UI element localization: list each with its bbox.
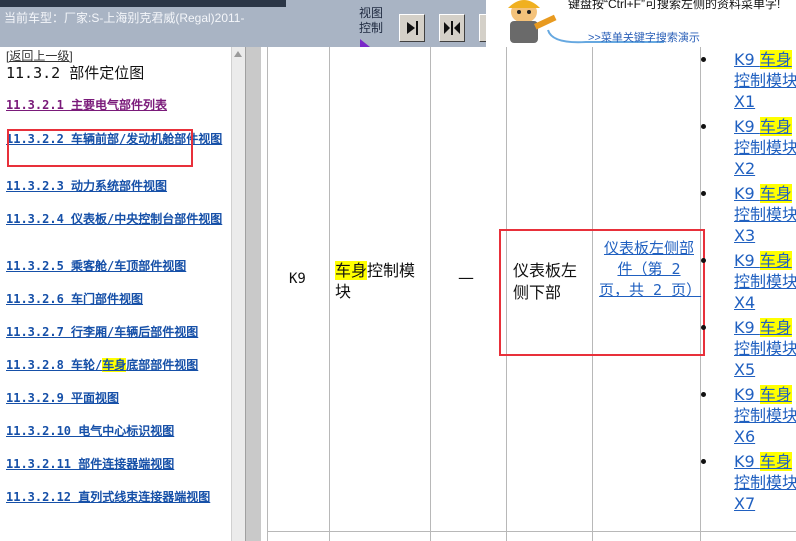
search-highlight: 车身	[759, 251, 792, 270]
help-popup: 键盘按“Ctrl+F”可搜索左侧的资料菜单字! >>菜单关键字搜索演示	[486, 0, 796, 47]
bullet-icon	[701, 392, 706, 397]
nav-item-text-pre: 11.3.2.8 车轮/	[6, 358, 103, 372]
section-title: 11.3.2 部件定位图	[6, 64, 145, 82]
view-control-line-1: 视图	[359, 6, 384, 20]
empty-cell-dash: —	[458, 268, 474, 287]
connector-link[interactable]: K9 车身 控制模块 X4	[734, 250, 796, 313]
nav-item-text-post: 底部部件视图	[126, 358, 199, 372]
top-toolbar: 当前车型：厂家:S-上海别克君威(Regal)2011- 视图 控制 键盘按“C…	[0, 0, 796, 47]
connector-link[interactable]: K9 车身 控制模块 X2	[734, 116, 796, 179]
view-control-label: 视图 控制	[359, 6, 384, 47]
table-border	[329, 47, 330, 541]
search-demo-link[interactable]: >>菜单关键字搜索演示	[588, 29, 700, 45]
search-highlight: 车身	[759, 184, 792, 203]
pane-splitter[interactable]	[245, 47, 261, 541]
nav-item-cabin-roof-view[interactable]: 11.3.2.5 乘客舱/车顶部件视图	[6, 259, 228, 273]
nav-item-main-electrical-list[interactable]: 11.3.2.1 主要电气部件列表	[6, 98, 228, 112]
nav-item-trunk-rear-view[interactable]: 11.3.2.7 行李厢/车辆后部件视图	[6, 325, 228, 339]
table-border	[430, 47, 431, 541]
nav-item-plan-view[interactable]: 11.3.2.9 平面视图	[6, 391, 228, 405]
search-highlight: 车身	[759, 50, 792, 69]
annotation-box-nav	[7, 129, 193, 167]
connector-link[interactable]: K9 车身 控制模块 X5	[734, 317, 796, 380]
current-vehicle-label: 当前车型：厂家:S-上海别克君威(Regal)2011-	[4, 11, 245, 25]
annotation-box-location	[499, 229, 705, 356]
search-highlight: 车身	[759, 117, 792, 136]
nav-item-connector-end-view[interactable]: 11.3.2.11 部件连接器端视图	[6, 457, 228, 471]
search-highlight: 车身	[759, 452, 792, 471]
bullet-icon	[701, 459, 706, 464]
corner-triangle-icon	[360, 39, 370, 47]
arrow-right-bar-icon	[407, 21, 418, 35]
content-pane: K9 车身控制模块 — 仪表板左侧下部 仪表板左侧部件（第 2 页，共 2 页）…	[261, 47, 796, 541]
table-border	[267, 531, 796, 532]
connector-link[interactable]: K9 车身 控制模块 X6	[734, 384, 796, 447]
component-name: 车身控制模块	[335, 260, 425, 302]
view-split-button[interactable]	[439, 14, 465, 42]
left-scrollbar[interactable]	[231, 47, 245, 541]
nav-item-electrical-center-view[interactable]: 11.3.2.10 电气中心标识视图	[6, 424, 228, 438]
nav-item-powertrain-view[interactable]: 11.3.2.3 动力系统部件视图	[6, 179, 228, 193]
connector-link[interactable]: K9 车身 控制模块 X3	[734, 183, 796, 246]
search-highlight: 车身	[335, 261, 368, 280]
search-highlight: 车身	[759, 385, 792, 404]
view-right-pane-button[interactable]	[399, 14, 425, 42]
table-border	[267, 47, 268, 541]
scroll-up-arrow-icon[interactable]	[234, 51, 242, 57]
help-text: 键盘按“Ctrl+F”可搜索左侧的资料菜单字!	[568, 0, 781, 11]
connector-link[interactable]: K9 车身 控制模块 X1	[734, 49, 796, 112]
bullet-icon	[701, 325, 706, 330]
bullet-icon	[701, 258, 706, 263]
nav-item-wheel-underbody-view[interactable]: 11.3.2.8 车轮/车身底部部件视图	[6, 358, 228, 372]
bullet-icon	[701, 57, 706, 62]
connector-link[interactable]: K9 车身 控制模块 X7	[734, 451, 796, 514]
search-highlight: 车身	[759, 318, 792, 337]
nav-item-inline-harness-view[interactable]: 11.3.2.12 直列式线束连接器端视图	[6, 490, 228, 504]
search-highlight: 车身	[102, 358, 127, 372]
toolbar-dark-strip	[0, 0, 286, 7]
split-arrows-icon	[444, 21, 460, 35]
view-control-line-2: 控制	[359, 21, 384, 35]
nav-item-dashboard-console-view[interactable]: 11.3.2.4 仪表板/中央控制台部件视图	[6, 212, 228, 226]
component-code: K9	[289, 271, 306, 287]
nav-item-door-view[interactable]: 11.3.2.6 车门部件视图	[6, 292, 228, 306]
left-navigation: [返回上一级] 11.3.2 部件定位图 11.3.2.1 主要电气部件列表 1…	[0, 47, 231, 541]
bullet-icon	[701, 124, 706, 129]
bullet-icon	[701, 191, 706, 196]
